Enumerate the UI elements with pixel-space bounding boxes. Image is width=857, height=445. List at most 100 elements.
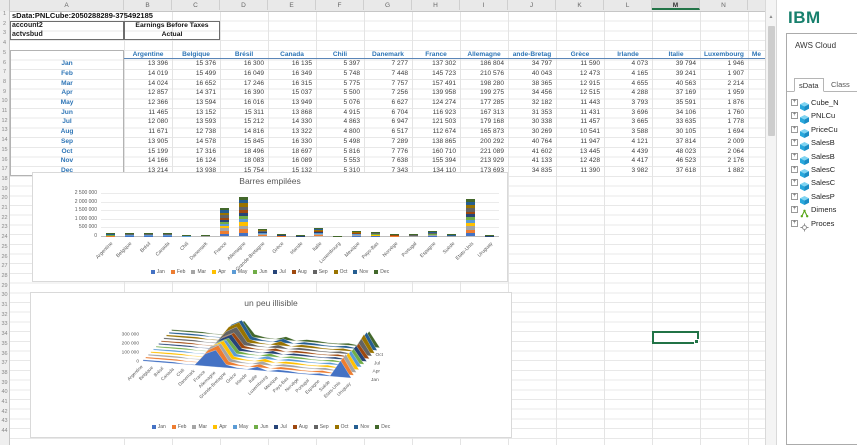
- row-header-27[interactable]: 27: [0, 263, 9, 269]
- table-cell[interactable]: 16 300: [220, 59, 268, 69]
- table-cell[interactable]: 13 905: [124, 137, 172, 147]
- table-cell[interactable]: 13 594: [172, 98, 220, 108]
- table-cell[interactable]: 1 778: [700, 117, 748, 127]
- row-header-38[interactable]: 38: [0, 370, 9, 376]
- table-cell[interactable]: 7 277: [364, 59, 412, 69]
- row-header-25[interactable]: 25: [0, 244, 9, 250]
- table-cell[interactable]: 5 076: [316, 98, 364, 108]
- row-header-21[interactable]: 21: [0, 205, 9, 211]
- column-header-F[interactable]: F: [316, 0, 364, 10]
- table-cell[interactable]: 11 443: [556, 98, 604, 108]
- table-cell[interactable]: 17 246: [220, 79, 268, 89]
- row-header-column[interactable]: 1 2 3 4 5 6 7 8 9 10 11 12 13 14 15 16 17 18 19 20 21 22 23 24 2…: [0, 11, 10, 445]
- table-cell[interactable]: 14 330: [268, 117, 316, 127]
- table-cell[interactable]: 15 212: [220, 117, 268, 127]
- column-header-D[interactable]: D: [220, 0, 268, 10]
- bar-segment-Jan[interactable]: [466, 232, 476, 236]
- row-header-11[interactable]: 11: [0, 108, 9, 114]
- table-cell[interactable]: 4 121: [604, 137, 652, 147]
- bar-segment-Jan[interactable]: [314, 235, 324, 236]
- table-cell[interactable]: 12 738: [172, 127, 220, 137]
- table-cell[interactable]: 5 775: [316, 79, 364, 89]
- bar-segment-Jan[interactable]: [219, 233, 229, 236]
- table-cell[interactable]: 4 165: [604, 69, 652, 79]
- table-cell[interactable]: 139 958: [412, 88, 460, 98]
- bar-segment-Jul[interactable]: [257, 231, 267, 233]
- bar-segment-Jan[interactable]: [238, 232, 248, 236]
- table-cell[interactable]: 12 473: [556, 69, 604, 79]
- row-header-24[interactable]: 24: [0, 234, 9, 240]
- table-cell[interactable]: 200 292: [460, 137, 508, 147]
- tab-class[interactable]: Class: [827, 78, 854, 92]
- table-cell[interactable]: 16 135: [268, 59, 316, 69]
- tree-item-cube_n[interactable]: + Cube_N: [791, 96, 839, 111]
- row-header-16[interactable]: 16: [0, 157, 9, 163]
- bar-segment-Aug[interactable]: [219, 217, 229, 220]
- table-cell[interactable]: 6 947: [364, 117, 412, 127]
- bar-segment-Mar[interactable]: [219, 228, 229, 232]
- table-cell[interactable]: 177 285: [460, 98, 508, 108]
- column-header-G[interactable]: G: [364, 0, 412, 10]
- row-header-33[interactable]: 33: [0, 321, 9, 327]
- row-header-34[interactable]: 34: [0, 331, 9, 337]
- table-cell[interactable]: 48 023: [652, 147, 700, 157]
- expander-plus-icon[interactable]: +: [791, 192, 798, 200]
- table-cell[interactable]: 221 089: [460, 147, 508, 157]
- row-header-18[interactable]: 18: [0, 176, 9, 182]
- table-cell[interactable]: 4 288: [604, 88, 652, 98]
- row-header-17[interactable]: 17: [0, 166, 9, 172]
- table-cell[interactable]: 13 396: [124, 59, 172, 69]
- table-cell[interactable]: 34 835: [508, 166, 556, 176]
- column-header-L[interactable]: L: [604, 0, 652, 10]
- table-cell[interactable]: 15 199: [124, 147, 172, 157]
- row-header-22[interactable]: 22: [0, 215, 9, 221]
- table-cell[interactable]: 4 073: [604, 59, 652, 69]
- table-cell[interactable]: 16 089: [268, 156, 316, 166]
- row-header-9[interactable]: 9: [0, 89, 9, 95]
- table-cell[interactable]: 1 760: [700, 108, 748, 118]
- table-cell[interactable]: 15 499: [172, 69, 220, 79]
- active-cell[interactable]: [652, 331, 699, 344]
- table-cell[interactable]: 179 168: [460, 117, 508, 127]
- row-header-2[interactable]: 2: [0, 21, 9, 27]
- table-cell[interactable]: 12 515: [556, 88, 604, 98]
- bar-segment-May[interactable]: [238, 219, 248, 223]
- column-header-I[interactable]: I: [460, 0, 508, 10]
- table-cell[interactable]: 4 417: [604, 156, 652, 166]
- bar-segment-Apr[interactable]: [238, 222, 248, 226]
- table-cell[interactable]: 6 517: [364, 127, 412, 137]
- row-header-12[interactable]: 12: [0, 118, 9, 124]
- bar-segment-Apr[interactable]: [257, 233, 267, 235]
- bar-segment-May[interactable]: [466, 220, 476, 224]
- row-header-15[interactable]: 15: [0, 147, 9, 153]
- row-header-41[interactable]: 41: [0, 399, 9, 405]
- table-cell[interactable]: 41 133: [508, 156, 556, 166]
- row-header-28[interactable]: 28: [0, 273, 9, 279]
- bar-segment-Nov[interactable]: [314, 228, 324, 230]
- bar-segment-Nov[interactable]: [238, 199, 248, 204]
- table-cell[interactable]: 34 106: [652, 108, 700, 118]
- bar-segment-Mar[interactable]: [257, 234, 267, 235]
- row-header-42[interactable]: 42: [0, 409, 9, 415]
- table-cell[interactable]: 46 523: [652, 156, 700, 166]
- expander-plus-icon[interactable]: +: [791, 99, 798, 106]
- table-cell[interactable]: 1 907: [700, 69, 748, 79]
- table-cell[interactable]: 11 671: [124, 127, 172, 137]
- expander-plus-icon[interactable]: +: [791, 139, 798, 147]
- bar-segment-Aug[interactable]: [466, 211, 476, 215]
- cell-actvsbud[interactable]: actvsbud: [12, 30, 112, 40]
- bar-segment-Jan[interactable]: [257, 235, 267, 236]
- table-cell[interactable]: 11 457: [556, 117, 604, 127]
- table-cell[interactable]: 3 793: [604, 98, 652, 108]
- table-cell[interactable]: 11 465: [124, 108, 172, 118]
- table-cell[interactable]: 213 929: [460, 156, 508, 166]
- table-cell[interactable]: 13 949: [268, 98, 316, 108]
- bar-segment-Mar[interactable]: [314, 233, 324, 235]
- row-header-19[interactable]: 19: [0, 186, 9, 192]
- table-cell[interactable]: 12 366: [124, 98, 172, 108]
- bar-segment-Aug[interactable]: [238, 210, 248, 214]
- table-cell[interactable]: 3 665: [604, 117, 652, 127]
- column-header-A[interactable]: A: [10, 0, 124, 10]
- table-cell[interactable]: 14 019: [124, 69, 172, 79]
- table-cell[interactable]: 3 588: [604, 127, 652, 137]
